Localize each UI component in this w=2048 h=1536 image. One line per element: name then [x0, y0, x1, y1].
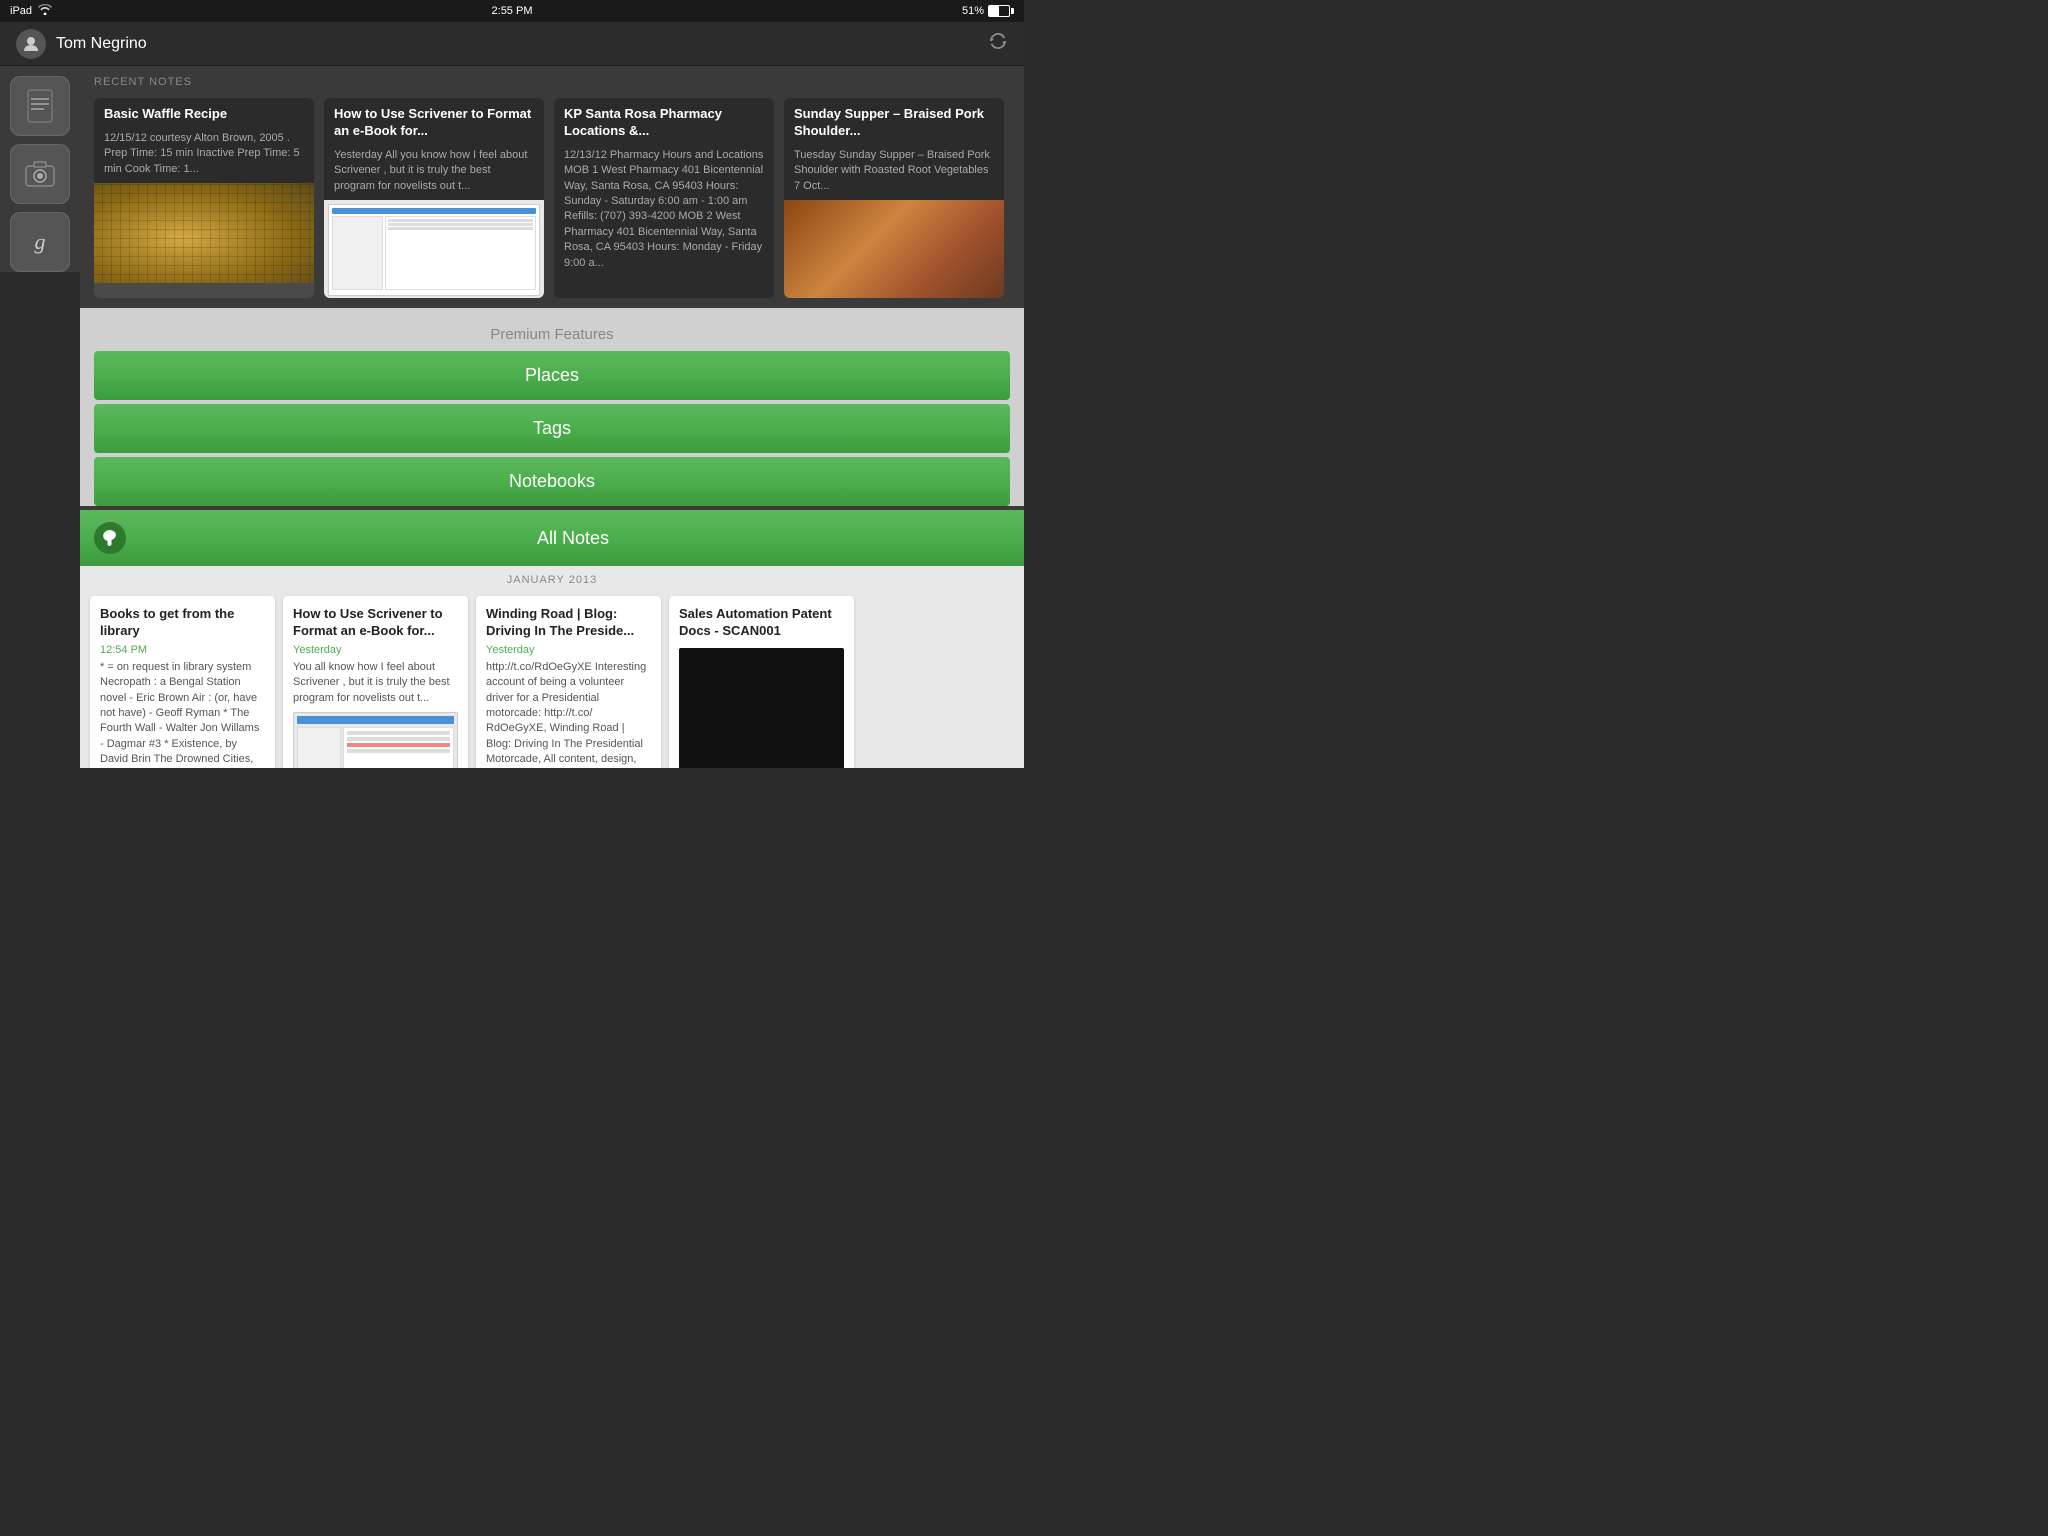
sidebar-icon-note[interactable]: [10, 76, 70, 136]
recent-note-card[interactable]: KP Santa Rosa Pharmacy Locations &... 12…: [554, 98, 774, 298]
recent-notes-label: RECENT NOTES: [94, 76, 1010, 88]
notes-grid-section: JANUARY 2013 Books to get from the libra…: [80, 566, 1024, 768]
all-notes-bar[interactable]: All Notes: [80, 510, 1024, 566]
header: Tom Negrino: [0, 22, 1024, 66]
evernote-icon: [94, 522, 126, 554]
notebooks-button[interactable]: Notebooks: [94, 457, 1010, 506]
note-card[interactable]: Winding Road | Blog: Driving In The Pres…: [476, 596, 661, 768]
recent-note-title: Basic Waffle Recipe: [104, 106, 304, 123]
recent-note-title: KP Santa Rosa Pharmacy Locations &...: [564, 106, 764, 140]
device-label: iPad: [10, 5, 32, 17]
all-notes-label: All Notes: [136, 528, 1010, 549]
note-card-title: Winding Road | Blog: Driving In The Pres…: [486, 606, 651, 640]
user-name: Tom Negrino: [56, 35, 147, 53]
recent-note-preview: 12/13/12 Pharmacy Hours and Locations MO…: [554, 144, 774, 277]
sidebar: g: [0, 66, 80, 272]
tags-button[interactable]: Tags: [94, 404, 1010, 453]
recent-note-preview: Tuesday Sunday Supper – Braised Pork Sho…: [784, 144, 1004, 200]
note-card-preview: You all know how I feel about Scrivener …: [293, 660, 458, 706]
recent-note-card[interactable]: Basic Waffle Recipe 12/15/12 courtesy Al…: [94, 98, 314, 298]
note-card[interactable]: How to Use Scrivener to Format an e-Book…: [283, 596, 468, 768]
recent-notes-scroll[interactable]: Basic Waffle Recipe 12/15/12 courtesy Al…: [94, 98, 1010, 298]
note-card[interactable]: Books to get from the library 12:54 PM *…: [90, 596, 275, 768]
status-bar: iPad 2:55 PM 51%: [0, 0, 1024, 22]
recent-notes-section: RECENT NOTES Basic Waffle Recipe 12/15/1…: [80, 66, 1024, 308]
sync-icon[interactable]: [988, 31, 1008, 56]
recent-note-card[interactable]: Sunday Supper – Braised Pork Shoulder...…: [784, 98, 1004, 298]
premium-features-label: Premium Features: [94, 318, 1010, 351]
places-button[interactable]: Places: [94, 351, 1010, 400]
note-card-time: Yesterday: [486, 644, 651, 656]
recent-note-title: Sunday Supper – Braised Pork Shoulder...: [794, 106, 994, 140]
note-card-title: Books to get from the library: [100, 606, 265, 640]
battery-percentage: 51%: [962, 5, 984, 17]
recent-note-title: How to Use Scrivener to Format an e-Book…: [334, 106, 534, 140]
recent-note-preview: 12/15/12 courtesy Alton Brown, 2005 . Pr…: [94, 127, 314, 183]
recent-note-preview: Yesterday All you know how I feel about …: [324, 144, 544, 200]
recent-note-image: [784, 200, 1004, 298]
note-card-image: [679, 648, 844, 768]
note-card-title: Sales Automation Patent Docs - SCAN001: [679, 606, 844, 640]
sidebar-icon-camera[interactable]: [10, 144, 70, 204]
note-card-preview: * = on request in library system Necropa…: [100, 660, 265, 768]
main-content: RECENT NOTES Basic Waffle Recipe 12/15/1…: [80, 66, 1024, 768]
note-card[interactable]: Sales Automation Patent Docs - SCAN001: [669, 596, 854, 768]
month-label: JANUARY 2013: [90, 574, 1014, 586]
note-card-time: Yesterday: [293, 644, 458, 656]
recent-note-image: [94, 183, 314, 283]
battery-icon: [988, 5, 1014, 17]
note-card-time: 12:54 PM: [100, 644, 265, 656]
note-card-title: How to Use Scrivener to Format an e-Book…: [293, 606, 458, 640]
avatar: [16, 29, 46, 59]
recent-note-image: [324, 200, 544, 298]
premium-area: Premium Features Places Tags Notebooks: [80, 308, 1024, 506]
notes-grid: Books to get from the library 12:54 PM *…: [90, 596, 1014, 768]
time-display: 2:55 PM: [492, 5, 533, 17]
scan-image: [679, 648, 844, 768]
note-card-preview: http://t.co/RdOeGyXE Interesting account…: [486, 660, 651, 768]
note-card-image: [293, 712, 458, 768]
sidebar-icon-text[interactable]: g: [10, 212, 70, 272]
wifi-icon: [38, 4, 52, 18]
recent-note-card[interactable]: How to Use Scrivener to Format an e-Book…: [324, 98, 544, 298]
